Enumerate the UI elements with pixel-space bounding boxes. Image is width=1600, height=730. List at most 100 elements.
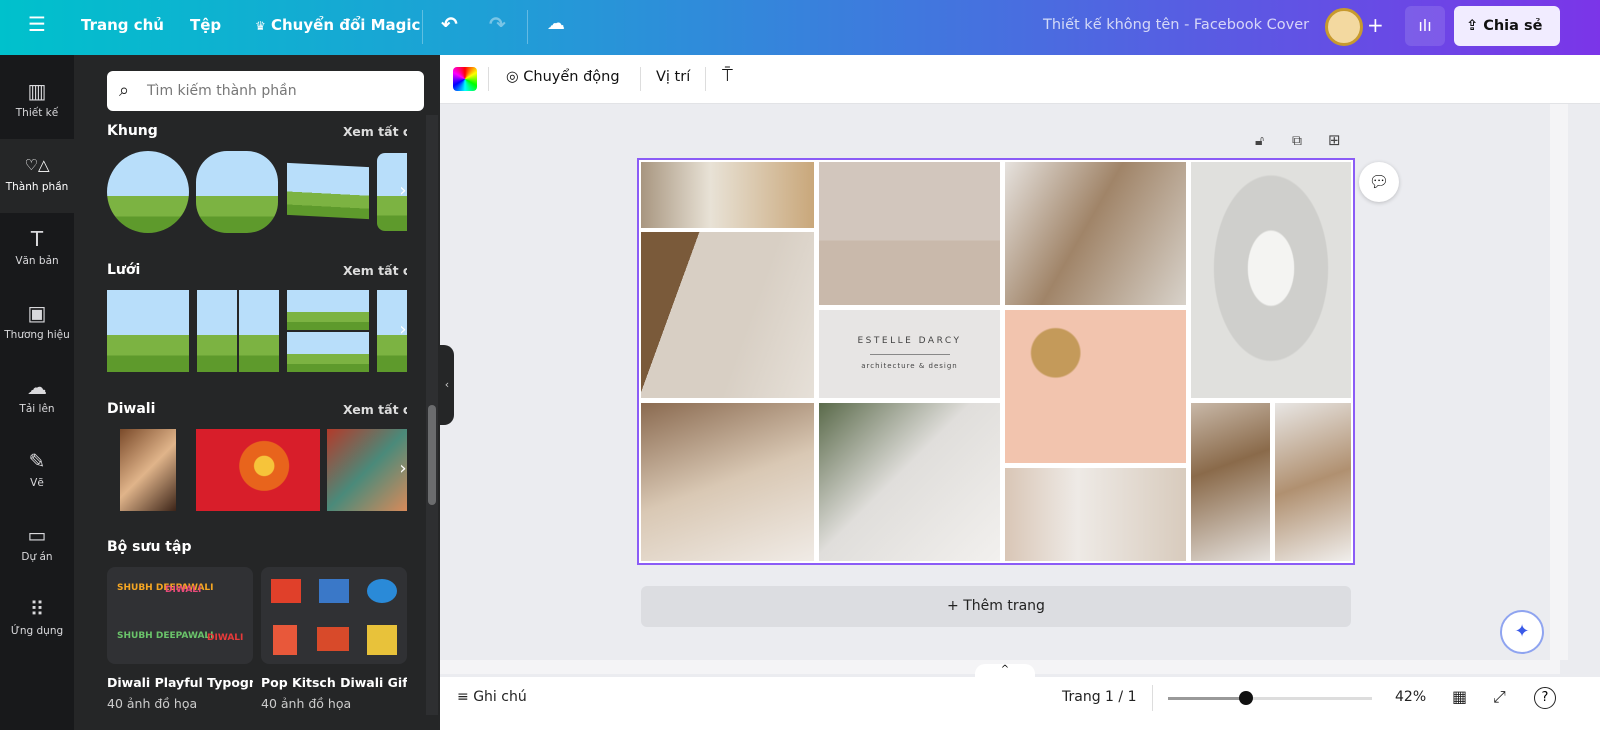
avatar[interactable] [1325,8,1363,46]
diwali-see-all[interactable]: Xem tất cả [343,402,407,417]
apps-grid-icon: ⠿ [29,597,45,621]
search-placeholder: Tìm kiếm thành phần [147,83,297,99]
rail-label: Thành phần [5,181,69,193]
frame-scallop[interactable] [196,151,278,233]
collapse-panel-handle[interactable]: ‹ [440,345,454,425]
zoom-slider-fill [1168,697,1246,700]
menu-icon[interactable]: ☰ [28,12,46,36]
text-icon: T [30,227,44,251]
frame-circle[interactable] [107,151,189,233]
magic-label: Chuyển đổi Magic [271,16,421,34]
photo-sofa[interactable] [819,162,1000,305]
animate-button[interactable]: ◎ Chuyển động [506,69,620,85]
rail-apps[interactable]: ⠿ Ứng dụng [0,583,74,657]
insights-icon[interactable]: ılı [1405,6,1445,46]
grid-single[interactable] [107,290,189,372]
rail-draw[interactable]: ✎ Vẽ [0,435,74,509]
animate-label: Chuyển động [523,69,620,85]
document-title[interactable]: Thiết kế không tên - Facebook Cover [1043,17,1309,33]
grid-top[interactable] [287,290,369,330]
rail-text[interactable]: T Văn bản [0,213,74,287]
rail-projects[interactable]: ▭ Dự án [0,509,74,583]
rail-design[interactable]: ▥ Thiết kế [0,65,74,139]
add-collaborator-icon[interactable]: + [1367,13,1384,37]
grids-see-all[interactable]: Xem tất cả [343,263,407,278]
collection-title[interactable]: Diwali Playful Typogra... [107,675,253,690]
grid-view-icon[interactable]: ▦ [1452,687,1467,706]
lock-icon[interactable]: 🔓︎ [1255,133,1264,149]
cloud-saved-icon[interactable]: ☁ [547,13,565,34]
bag-icon [367,579,397,603]
photo-plants[interactable] [819,403,1000,561]
top-bar: ☰ Trang chủ Tệp ♛ Chuyển đổi Magic ↶ ↷ ☁… [0,0,1600,55]
redo-icon[interactable]: ↷ [489,12,506,36]
scrollbar-thumb[interactable] [428,405,436,505]
brand-text-block[interactable]: ESTELLE DARCY architecture & design [819,310,1000,398]
photo-woman-swatches[interactable] [1191,403,1270,561]
rail-label: Vẽ [30,477,44,489]
fullscreen-icon[interactable]: ⤢ [1493,687,1506,707]
rail-brand[interactable]: ▣ Thương hiệu [0,287,74,361]
photo-flowers[interactable] [641,162,814,228]
zoom-slider[interactable] [1168,691,1372,705]
undo-icon[interactable]: ↶ [441,12,458,36]
share-label: Chia sẻ [1483,18,1543,34]
chevron-right-icon[interactable]: › [391,457,415,481]
add-page-button[interactable]: + Thêm trang [641,586,1351,627]
sticker: DIWALI [207,633,244,643]
file-menu[interactable]: Tệp [190,16,221,34]
diwali-photo-family[interactable] [120,429,176,511]
zoom-slider-thumb[interactable] [1238,691,1253,705]
rail-uploads[interactable]: ☁ Tải lên [0,361,74,435]
add-page-icon[interactable]: ⊞ [1328,131,1341,149]
rail-label: Dự án [21,551,53,563]
frames-see-all[interactable]: Xem tất cả [343,124,407,139]
photo-woman-painting[interactable] [641,232,814,398]
photo-woman-measuring[interactable] [1005,162,1186,305]
grid-bottom[interactable] [287,332,369,372]
notes-button[interactable]: ≡ Ghi chú [457,689,527,705]
collection-pop-kitsch[interactable] [261,567,407,664]
side-rail: ▥ Thiết kế ♡△ Thành phần T Văn bản ▣ Thương … [0,55,74,730]
diwali-photo-rangoli[interactable] [196,429,320,511]
chevron-right-icon[interactable]: › [391,318,415,342]
grid-half-left[interactable] [197,290,237,372]
grid-half-right[interactable] [239,290,279,372]
share-button[interactable]: ⇪ Chia sẻ [1454,6,1560,46]
context-toolbar: ◎ Chuyển động Vị trí ⍑ [440,55,1600,104]
upload-icon: ⇪ [1466,18,1479,34]
vertical-scrollbar[interactable] [1550,104,1568,660]
magic-assistant-icon[interactable]: ✦ [1500,610,1544,654]
collection-title[interactable]: Pop Kitsch Diwali Gifti... [261,675,407,690]
photo-mirror-wall[interactable] [1005,310,1186,463]
chevron-right-icon[interactable]: › [391,179,415,203]
duplicate-icon[interactable]: ⧉ [1292,133,1302,149]
photo-arch[interactable] [1191,162,1351,398]
photo-woman-crafting[interactable] [1275,403,1351,561]
frame-skewed[interactable] [287,162,369,220]
rail-elements[interactable]: ♡△ Thành phần [0,139,74,213]
search-input[interactable]: ⌕ Tìm kiếm thành phần [107,71,424,111]
zoom-percentage[interactable]: 42% [1395,689,1426,705]
page-indicator[interactable]: Trang 1 / 1 [1062,689,1136,705]
photo-vase[interactable] [641,403,814,561]
add-comment-icon[interactable]: 💬︎ [1359,162,1399,202]
paint-roller-icon[interactable]: ⍑ [722,65,733,86]
gift-icon [319,579,349,603]
panel-scrollbar[interactable] [426,115,438,715]
color-picker-icon[interactable] [453,67,477,91]
home-link[interactable]: Trang chủ [81,16,164,34]
hamper-icon [367,625,397,655]
layout-icon: ▥ [27,79,47,103]
help-icon[interactable]: ? [1534,687,1556,709]
collection-diwali-typography[interactable]: SHUBH DEEPAWALI DIWALI SHUBH DEEPAWALI D… [107,567,253,664]
position-button[interactable]: Vị trí [656,69,690,85]
magic-switch-button[interactable]: ♛ Chuyển đổi Magic [255,16,420,34]
search-icon: ⌕ [119,80,130,101]
brand-name: ESTELLE DARCY [857,336,962,346]
collection-count: 40 ảnh đồ họa [261,696,352,711]
design-canvas[interactable]: ESTELLE DARCY architecture & design [637,158,1355,565]
brand-icon: ▣ [27,301,47,325]
photo-statue-books[interactable] [1005,468,1186,561]
folder-icon: ▭ [27,523,47,547]
